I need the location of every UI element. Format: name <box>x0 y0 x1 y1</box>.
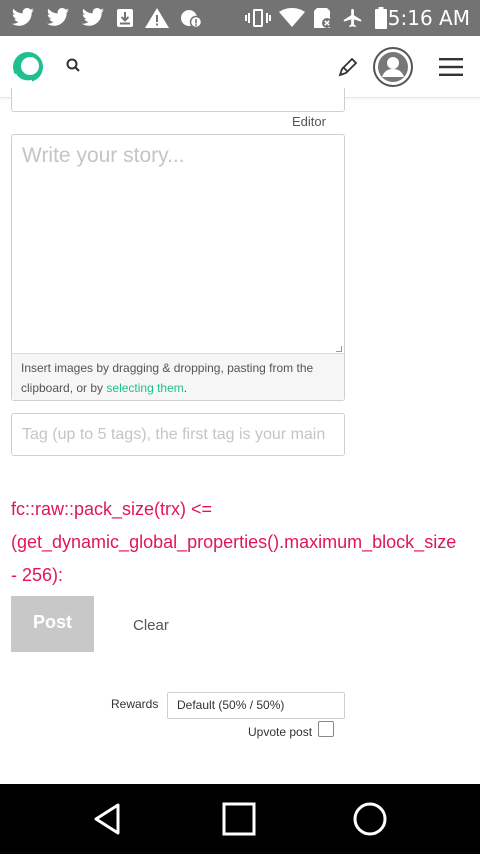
error-line: fc::raw::pack_size(trx) <= <box>11 499 213 519</box>
status-bar: 5:16 AM <box>0 0 480 36</box>
error-line: - 256): <box>11 565 64 585</box>
tags-input[interactable]: Tag (up to 5 tags), the first tag is you… <box>11 413 345 456</box>
resize-handle[interactable] <box>336 346 342 352</box>
battery-icon <box>373 7 389 29</box>
rewards-label: Rewards <box>111 697 159 711</box>
pen-icon[interactable] <box>336 55 360 79</box>
twitter-icon <box>10 8 36 28</box>
error-line: (get_dynamic_global_properties().maximum… <box>11 532 457 552</box>
story-body-textarea[interactable]: Write your story... Insert images by dra… <box>11 134 345 401</box>
upvote-checkbox[interactable] <box>318 721 334 737</box>
dropzone-hint-end: . <box>183 381 188 395</box>
sync-icon <box>179 8 203 28</box>
error-message: fc::raw::pack_size(trx) <= (get_dynamic_… <box>11 493 480 592</box>
wifi-icon <box>278 8 306 28</box>
twitter-icon <box>45 8 71 28</box>
post-button[interactable]: Post <box>11 596 94 652</box>
editor-mode-toggle[interactable]: Editor <box>292 114 326 129</box>
warning-icon <box>144 8 170 28</box>
image-dropzone[interactable]: Insert images by dragging & dropping, pa… <box>12 353 344 400</box>
hamburger-menu-icon[interactable] <box>439 57 463 77</box>
download-icon <box>115 8 135 28</box>
avatar-icon[interactable] <box>372 46 414 88</box>
vibrate-icon <box>244 8 272 28</box>
status-time: 5:16 AM <box>387 6 470 30</box>
steemit-logo[interactable] <box>11 50 45 84</box>
search-icon[interactable] <box>65 57 83 75</box>
back-icon[interactable] <box>90 801 126 837</box>
story-placeholder: Write your story... <box>22 144 185 167</box>
sd-card-icon <box>311 8 335 28</box>
title-input[interactable] <box>11 88 345 112</box>
upvote-label: Upvote post <box>248 725 313 739</box>
home-icon[interactable] <box>352 801 388 837</box>
airplane-icon <box>340 8 366 28</box>
navigation-bar <box>0 784 480 854</box>
rewards-select[interactable]: Default (50% / 50%) <box>167 692 345 719</box>
twitter-icon <box>80 8 106 28</box>
clear-button[interactable]: Clear <box>133 617 169 634</box>
select-images-link[interactable]: selecting them <box>106 381 183 395</box>
recents-icon[interactable] <box>221 801 257 837</box>
